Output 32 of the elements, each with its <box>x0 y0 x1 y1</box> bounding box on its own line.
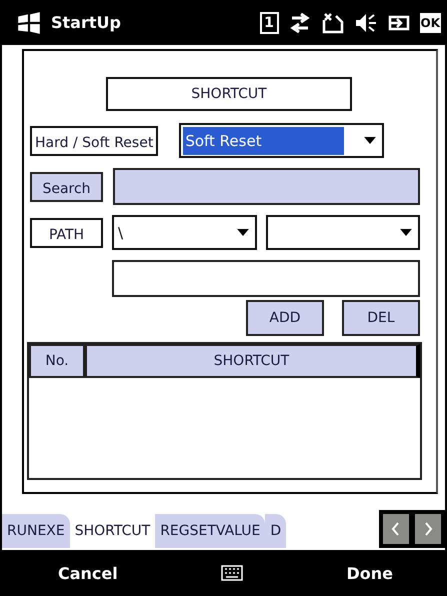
scroll-right-icon[interactable] <box>415 514 441 544</box>
windows-logo-icon[interactable] <box>16 12 42 34</box>
path-input-field[interactable] <box>112 260 420 297</box>
path-label: PATH <box>30 218 103 248</box>
path-dropdown[interactable]: \ <box>112 215 257 250</box>
done-softkey[interactable]: Done <box>346 564 393 582</box>
column-header[interactable]: No. <box>29 344 85 378</box>
connectivity-arrows-icon[interactable] <box>288 12 312 34</box>
dropdown-value: Soft Reset <box>183 126 344 154</box>
column-header[interactable]: SHORTCUT <box>85 344 420 378</box>
caret-icon <box>237 229 249 236</box>
scroll-left-icon[interactable] <box>383 514 409 544</box>
caret-icon <box>364 137 376 144</box>
path-dropdown[interactable] <box>266 215 420 250</box>
speaker-icon[interactable] <box>354 12 378 34</box>
search-button[interactable]: Search <box>30 172 103 202</box>
tab[interactable]: RUNEXE <box>2 514 70 548</box>
sim-slot-indicator: 1 <box>260 12 278 34</box>
section-heading: SHORTCUT <box>106 77 352 111</box>
tab[interactable]: REGSETVALUE <box>155 514 266 548</box>
add-button[interactable]: ADD <box>246 300 324 336</box>
tab[interactable]: D <box>265 514 286 548</box>
window-title: StartUp <box>51 13 121 32</box>
keyboard-icon[interactable] <box>221 565 244 581</box>
delete-button[interactable]: DEL <box>342 300 420 336</box>
dropdown-value: \ <box>117 222 124 244</box>
ok-button[interactable]: OK <box>420 12 441 32</box>
caret-icon <box>400 229 412 236</box>
cancel-softkey[interactable]: Cancel <box>58 564 118 582</box>
search-field[interactable] <box>113 168 420 205</box>
reset-dropdown[interactable]: Soft Reset <box>179 123 384 158</box>
reset-label: Hard / Soft Reset <box>30 126 158 156</box>
